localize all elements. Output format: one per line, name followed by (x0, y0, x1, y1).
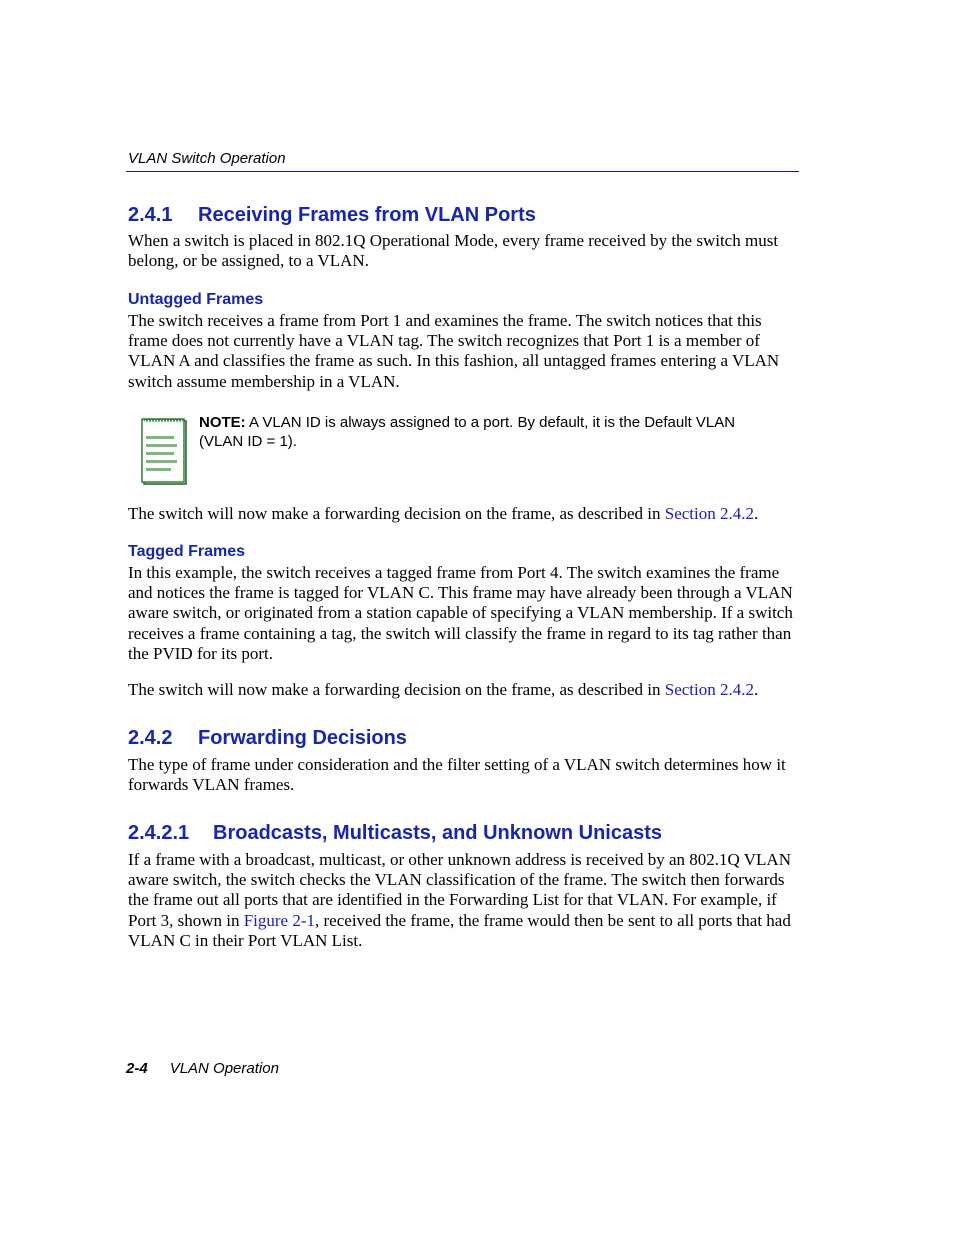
section-number: 2.4.2.1 (128, 822, 190, 844)
text-run: Port 3, shown in (128, 910, 244, 930)
text-line: VLAN C in their Port VLAN List. (128, 930, 363, 950)
paragraph-forwarding-decisions: The type of frame under consideration an… (128, 755, 800, 795)
running-header: VLAN Switch Operation (128, 150, 286, 167)
text-line: aware switch, the switch checks the VLAN… (128, 870, 785, 890)
paragraph-tagged-frames: In this example, the switch receives a t… (128, 563, 800, 664)
figure-2-1-link[interactable]: Figure 2-1 (244, 911, 315, 930)
section-title: Broadcasts, Multicasts, and Unknown Unic… (213, 822, 662, 844)
text-line: When a switch is placed in 802.1Q Operat… (128, 231, 779, 250)
paragraph-tagged-followup: The switch will now make a forwarding de… (128, 680, 800, 700)
section-number: 2.4.2 (128, 727, 173, 749)
text-line: the PVID for its port. (128, 643, 273, 663)
notepad-icon (139, 416, 189, 486)
section-2-4-2-link[interactable]: Section 2.4.2 (665, 680, 754, 699)
text-line: belong, or be assigned, to a VLAN. (128, 251, 369, 271)
text-line: The type of frame under consideration an… (128, 755, 786, 774)
text-line: The switch receives a frame from Port 1 … (128, 311, 762, 330)
note-callout: NOTE: A VLAN ID is always assigned to a … (199, 414, 799, 451)
text-line: In this example, the switch receives a t… (128, 563, 780, 582)
text-line: forwards VLAN frames. (128, 775, 295, 795)
paragraph-broadcasts: If a frame with a broadcast, multicast, … (128, 850, 800, 951)
text-line: and notices the frame is tagged for VLAN… (128, 583, 793, 603)
text-run: , received the frame, the frame would th… (315, 910, 791, 930)
text-line: VLAN A and classifies the frame as such.… (128, 351, 780, 371)
section-title: Forwarding Decisions (198, 727, 407, 749)
document-page: VLAN Switch Operation 2.4.1 Receiving Fra… (0, 0, 954, 1235)
note-label: NOTE: (199, 414, 246, 431)
subheading-untagged-frames: Untagged Frames (128, 291, 264, 308)
text-line: frame does not currently have a VLAN tag… (128, 331, 760, 351)
note-text-line2: (VLAN ID = 1). (199, 432, 297, 450)
paragraph-receiving-frames: When a switch is placed in 802.1Q Operat… (128, 231, 800, 271)
header-rule (126, 171, 799, 172)
text-run: . (754, 680, 759, 699)
note-text: A VLAN ID is always assigned to a port. … (245, 414, 736, 431)
text-run: The switch will now make a forwarding de… (128, 680, 665, 699)
section-2-4-2-link[interactable]: Section 2.4.2 (665, 504, 754, 523)
page-footer: 2-4 VLAN Operation (126, 1060, 279, 1077)
subheading-tagged-frames: Tagged Frames (128, 543, 246, 560)
section-title: Receiving Frames from VLAN Ports (198, 204, 536, 226)
section-heading-2-4-2: 2.4.2 Forwarding Decisions (128, 727, 407, 750)
section-heading-2-4-2-1: 2.4.2.1 Broadcasts, Multicasts, and Unkno… (128, 822, 662, 845)
text-line: receives a frame containing a tag, the s… (128, 623, 792, 643)
text-line: the frame out all ports that are identif… (128, 890, 777, 910)
text-run: . (754, 504, 759, 523)
text-line: switch assume membership in a VLAN. (128, 371, 400, 391)
text-line: aware switch, or originated from a stati… (128, 603, 793, 623)
text-run: The switch will now make a forwarding de… (128, 504, 665, 523)
footer-title: VLAN Operation (169, 1060, 279, 1077)
paragraph-untagged-followup: The switch will now make a forwarding de… (128, 504, 800, 524)
section-number: 2.4.1 (128, 204, 173, 226)
text-line: If a frame with a broadcast, multicast, … (128, 850, 791, 869)
page-number: 2-4 (126, 1060, 148, 1077)
paragraph-untagged-frames: The switch receives a frame from Port 1 … (128, 311, 800, 392)
section-heading-2-4-1: 2.4.1 Receiving Frames from VLAN Ports (128, 204, 536, 227)
